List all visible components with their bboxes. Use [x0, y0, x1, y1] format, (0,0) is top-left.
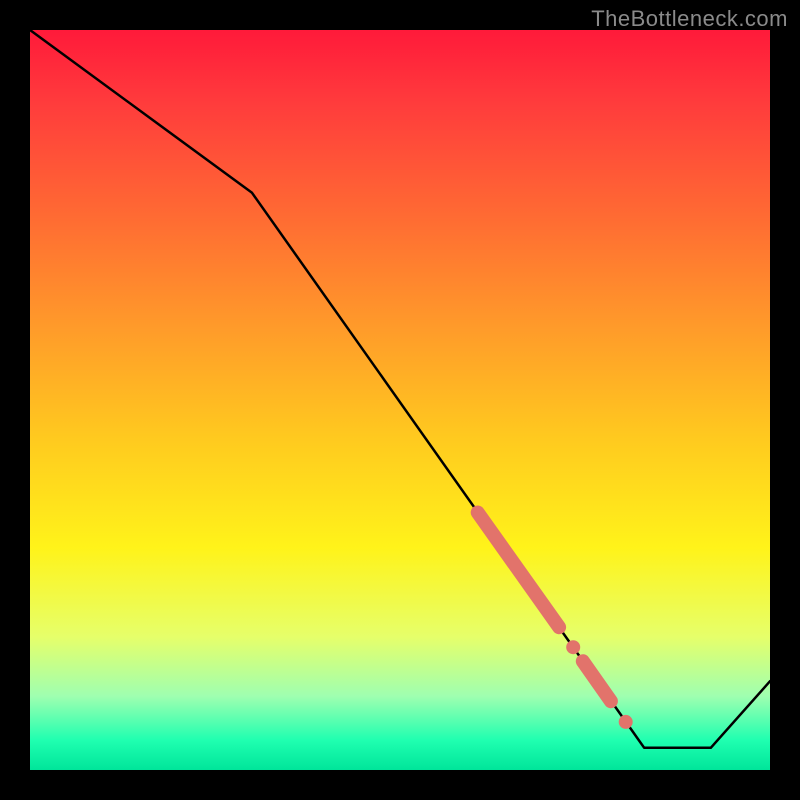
chart-frame: TheBottleneck.com [0, 0, 800, 800]
line-highlight-1 [478, 513, 559, 628]
line-highlight-2 [583, 661, 611, 701]
watermark-text: TheBottleneck.com [591, 6, 788, 32]
chart-overlay [30, 30, 770, 770]
dot-highlight-2 [619, 715, 633, 729]
line-main-curve [30, 30, 770, 748]
dot-highlight-1 [566, 640, 580, 654]
